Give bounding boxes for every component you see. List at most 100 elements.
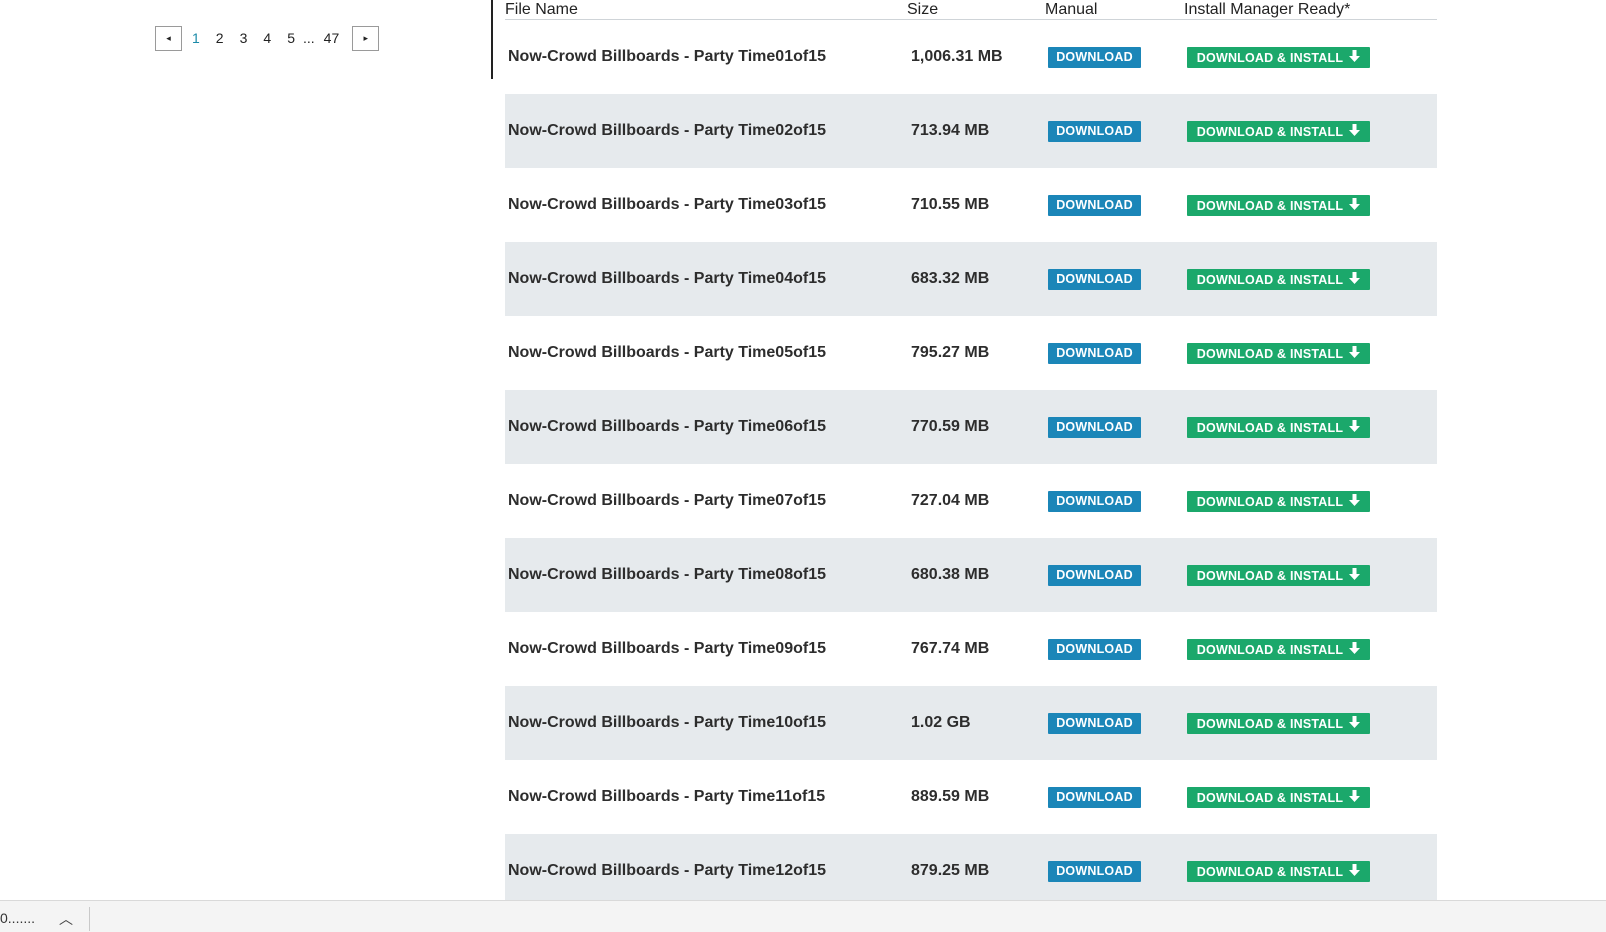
download-install-button[interactable]: DOWNLOAD & INSTALL (1187, 269, 1370, 290)
page-3-link[interactable]: 3 (232, 25, 256, 51)
header-size: Size (907, 1, 939, 18)
content-divider (491, 0, 493, 79)
table-header: File Name Size Manual Install Manager Re… (505, 0, 1437, 20)
caret-left-icon: ◂ (166, 32, 171, 43)
download-install-label: DOWNLOAD & INSTALL (1196, 51, 1344, 65)
file-name: Now-Crowd Billboards - Party Time09of15 (508, 640, 826, 657)
arrow-down-icon (1349, 565, 1361, 586)
download-install-label: DOWNLOAD & INSTALL (1196, 495, 1344, 509)
arrow-down-icon (1349, 269, 1361, 290)
table-row: Now-Crowd Billboards - Party Time04of15 6… (505, 242, 1437, 316)
page-1-link[interactable]: 1 (184, 25, 208, 51)
download-button[interactable]: DOWNLOAD (1048, 121, 1141, 142)
download-install-label: DOWNLOAD & INSTALL (1196, 717, 1344, 731)
file-size: 795.27 MB (911, 344, 990, 361)
page-5-link[interactable]: 5 (279, 25, 303, 51)
header-file-name: File Name (505, 1, 578, 18)
download-bar: 0....... ︿ (0, 900, 1606, 932)
download-install-button[interactable]: DOWNLOAD & INSTALL (1187, 417, 1370, 438)
download-button[interactable]: DOWNLOAD (1048, 343, 1141, 364)
page-last-link[interactable]: 47 (316, 25, 348, 51)
download-button[interactable]: DOWNLOAD (1048, 639, 1141, 660)
download-install-button[interactable]: DOWNLOAD & INSTALL (1187, 121, 1370, 142)
arrow-down-icon (1349, 343, 1361, 364)
file-size: 770.59 MB (911, 418, 990, 435)
download-bar-separator (89, 907, 90, 931)
file-size: 683.32 MB (911, 270, 990, 287)
file-size: 1.02 GB (911, 714, 971, 731)
download-install-label: DOWNLOAD & INSTALL (1196, 273, 1344, 287)
file-name: Now-Crowd Billboards - Party Time05of15 (508, 344, 826, 361)
arrow-down-icon (1349, 195, 1361, 216)
file-name: Now-Crowd Billboards - Party Time07of15 (508, 492, 826, 509)
file-name: Now-Crowd Billboards - Party Time12of15 (508, 862, 826, 879)
download-install-label: DOWNLOAD & INSTALL (1196, 347, 1344, 361)
file-size: 727.04 MB (911, 492, 990, 509)
table-row: Now-Crowd Billboards - Party Time02of15 7… (505, 94, 1437, 168)
table-row: Now-Crowd Billboards - Party Time05of15 7… (505, 316, 1437, 390)
file-size: 1,006.31 MB (911, 48, 1003, 65)
file-name: Now-Crowd Billboards - Party Time03of15 (508, 196, 826, 213)
file-size: 713.94 MB (911, 122, 990, 139)
download-install-label: DOWNLOAD & INSTALL (1196, 421, 1344, 435)
download-install-button[interactable]: DOWNLOAD & INSTALL (1187, 343, 1370, 364)
chevron-up-icon[interactable]: ︿ (59, 909, 73, 929)
arrow-down-icon (1349, 417, 1361, 438)
page-2-link[interactable]: 2 (208, 25, 232, 51)
download-button[interactable]: DOWNLOAD (1048, 787, 1141, 808)
download-install-button[interactable]: DOWNLOAD & INSTALL (1187, 47, 1370, 68)
download-button[interactable]: DOWNLOAD (1048, 47, 1141, 68)
file-name: Now-Crowd Billboards - Party Time06of15 (508, 418, 826, 435)
download-button[interactable]: DOWNLOAD (1048, 269, 1141, 290)
download-install-label: DOWNLOAD & INSTALL (1196, 643, 1344, 657)
table-row: Now-Crowd Billboards - Party Time12of15 8… (505, 834, 1437, 908)
download-install-button[interactable]: DOWNLOAD & INSTALL (1187, 565, 1370, 586)
next-page-button[interactable]: ▸ (352, 25, 380, 51)
download-install-button[interactable]: DOWNLOAD & INSTALL (1187, 861, 1370, 882)
table-row: Now-Crowd Billboards - Party Time10of15 1… (505, 686, 1437, 760)
file-name: Now-Crowd Billboards - Party Time10of15 (508, 714, 826, 731)
arrow-down-icon (1349, 713, 1361, 734)
file-name: Now-Crowd Billboards - Party Time08of15 (508, 566, 826, 583)
table-row: Now-Crowd Billboards - Party Time06of15 7… (505, 390, 1437, 464)
page-4-link[interactable]: 4 (255, 25, 279, 51)
table-row: Now-Crowd Billboards - Party Time11of15 8… (505, 760, 1437, 834)
file-name: Now-Crowd Billboards - Party Time02of15 (508, 122, 826, 139)
download-install-label: DOWNLOAD & INSTALL (1196, 125, 1344, 139)
download-install-button[interactable]: DOWNLOAD & INSTALL (1187, 713, 1370, 734)
table-row: Now-Crowd Billboards - Party Time08of15 6… (505, 538, 1437, 612)
download-install-button[interactable]: DOWNLOAD & INSTALL (1187, 491, 1370, 512)
prev-page-button[interactable]: ◂ (155, 25, 182, 51)
download-install-label: DOWNLOAD & INSTALL (1196, 199, 1344, 213)
caret-right-icon: ▸ (363, 32, 368, 43)
download-button[interactable]: DOWNLOAD (1048, 565, 1141, 586)
download-button[interactable]: DOWNLOAD (1048, 417, 1141, 438)
file-size: 879.25 MB (911, 862, 990, 879)
download-install-label: DOWNLOAD & INSTALL (1196, 569, 1344, 583)
file-size: 889.59 MB (911, 788, 990, 805)
file-name: Now-Crowd Billboards - Party Time11of15 (508, 788, 826, 805)
file-name: Now-Crowd Billboards - Party Time04of15 (508, 270, 826, 287)
file-name: Now-Crowd Billboards - Party Time01of15 (508, 48, 826, 65)
download-install-button[interactable]: DOWNLOAD & INSTALL (1187, 787, 1370, 808)
arrow-down-icon (1349, 639, 1361, 660)
pagination-ellipsis: ... (302, 30, 315, 46)
file-size: 680.38 MB (911, 566, 990, 583)
download-button[interactable]: DOWNLOAD (1048, 491, 1141, 512)
arrow-down-icon (1349, 491, 1361, 512)
table-row: Now-Crowd Billboards - Party Time09of15 7… (505, 612, 1437, 686)
download-button[interactable]: DOWNLOAD (1048, 713, 1141, 734)
arrow-down-icon (1349, 121, 1361, 142)
download-install-button[interactable]: DOWNLOAD & INSTALL (1187, 639, 1370, 660)
download-install-label: DOWNLOAD & INSTALL (1196, 791, 1344, 805)
table-row: Now-Crowd Billboards - Party Time01of15 1… (505, 20, 1437, 94)
file-table: File Name Size Manual Install Manager Re… (505, 0, 1437, 908)
download-install-label: DOWNLOAD & INSTALL (1196, 865, 1344, 879)
download-item[interactable]: 0....... (0, 910, 35, 926)
download-button[interactable]: DOWNLOAD (1048, 861, 1141, 882)
download-button[interactable]: DOWNLOAD (1048, 195, 1141, 216)
table-row: Now-Crowd Billboards - Party Time07of15 7… (505, 464, 1437, 538)
table-row: Now-Crowd Billboards - Party Time03of15 7… (505, 168, 1437, 242)
pagination: ◂ 1 2 3 4 5 ... 47 ▸ (155, 25, 380, 51)
download-install-button[interactable]: DOWNLOAD & INSTALL (1187, 195, 1370, 216)
